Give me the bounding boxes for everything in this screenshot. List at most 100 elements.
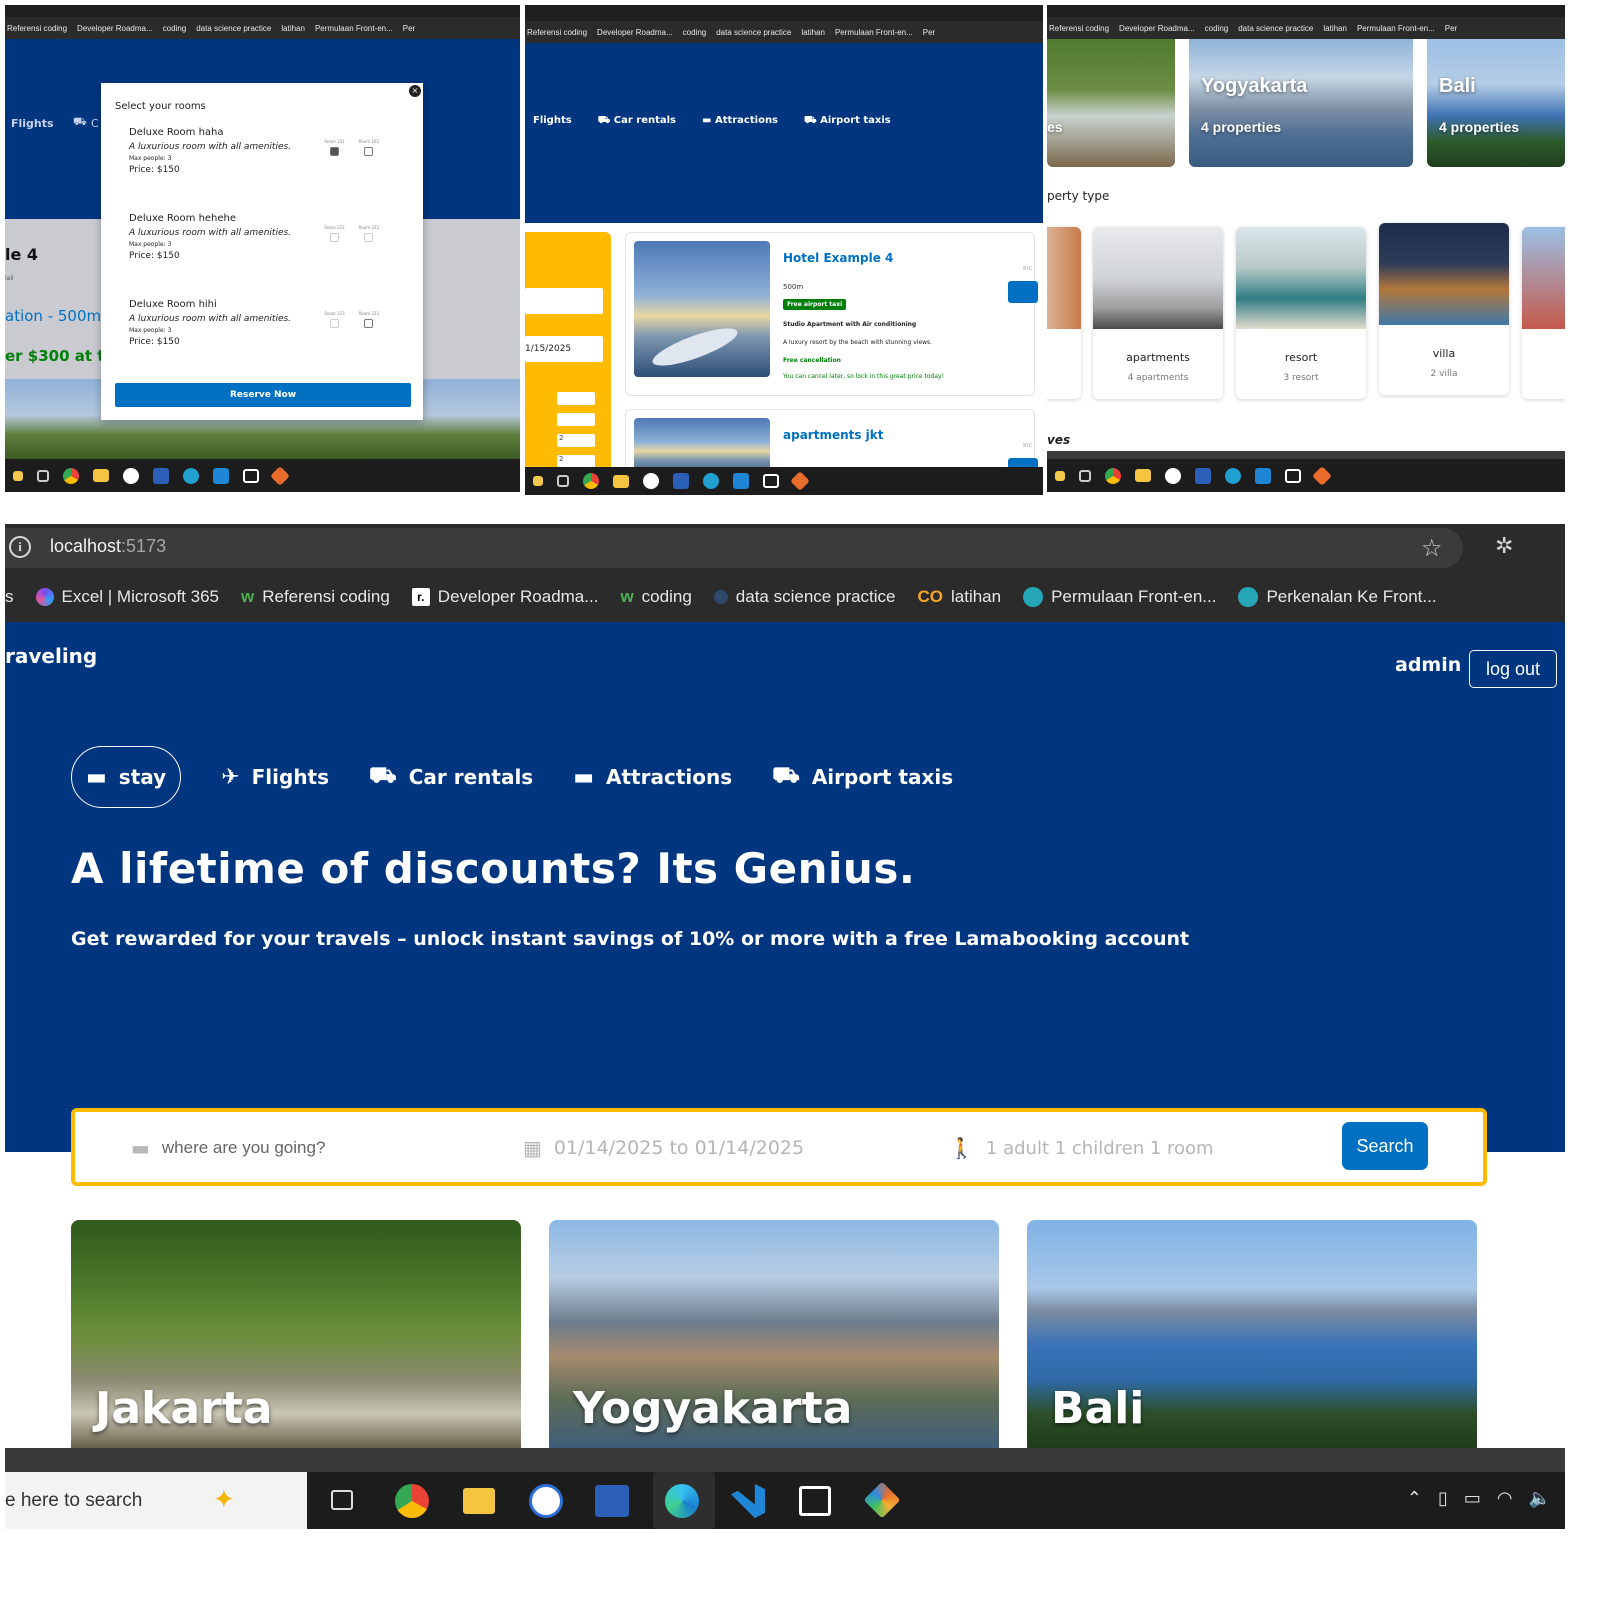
- horizontal-scrollbar[interactable]: [5, 1448, 1565, 1472]
- app-store-icon[interactable]: [643, 473, 659, 489]
- app-store-icon[interactable]: [123, 467, 139, 484]
- tab-stay[interactable]: ▬ stay: [71, 746, 182, 808]
- edge-icon[interactable]: [1225, 467, 1241, 484]
- room-checkbox[interactable]: [330, 233, 340, 242]
- photos-icon[interactable]: [799, 1486, 831, 1516]
- chrome-icon[interactable]: [1105, 467, 1121, 484]
- date-range-field[interactable]: ▦ 01/14/2025 to 01/14/2025: [523, 1136, 804, 1160]
- bookmark-item[interactable]: Developer Roadma...: [597, 28, 673, 37]
- destination-card-bali[interactable]: Bali: [1027, 1220, 1477, 1448]
- bookmark-item[interactable]: latihan: [1323, 24, 1347, 33]
- bookmark-excel[interactable]: Excel | Microsoft 365: [35, 587, 219, 607]
- chevron-up-icon[interactable]: ⌃: [1407, 1488, 1422, 1509]
- room-checkbox[interactable]: [330, 319, 340, 328]
- git-icon[interactable]: [270, 465, 290, 486]
- task-view-icon[interactable]: [1079, 469, 1091, 482]
- bookmark-item[interactable]: data science practice: [1238, 24, 1313, 33]
- tab-flights[interactable]: ✈ Flights: [221, 746, 329, 808]
- bookmark-item[interactable]: Referensi coding: [527, 28, 587, 37]
- app-store-icon[interactable]: [529, 1484, 563, 1518]
- taskbar-search[interactable]: e here to search ✦: [5, 1472, 307, 1529]
- device-icon[interactable]: ▭: [1464, 1488, 1481, 1509]
- sparkle-icon[interactable]: [13, 470, 23, 481]
- edge-icon[interactable]: [703, 473, 719, 489]
- min-price-input[interactable]: [557, 392, 595, 405]
- chrome-icon[interactable]: [583, 473, 599, 489]
- tab-airport-taxis[interactable]: ⛟ Airport taxis: [772, 746, 953, 808]
- sparkle-icon[interactable]: [1055, 470, 1065, 481]
- url-text[interactable]: localhost:5173: [50, 536, 166, 557]
- adult-input[interactable]: 2: [557, 434, 595, 447]
- property-type-card[interactable]: villa 2 villa: [1379, 223, 1509, 395]
- property-type-card[interactable]: apartments 4 apartments: [1093, 227, 1223, 399]
- sparkle-icon[interactable]: [533, 476, 543, 486]
- bookmark-item[interactable]: Permulaan Front-en...: [1357, 24, 1435, 33]
- horizontal-scrollbar[interactable]: [1047, 451, 1565, 459]
- edge-icon[interactable]: [183, 467, 199, 484]
- url-field[interactable]: [5, 528, 1463, 568]
- vscode-icon[interactable]: [733, 473, 749, 489]
- task-view-icon[interactable]: [331, 1490, 353, 1510]
- word-icon[interactable]: [595, 1485, 629, 1517]
- bookmark-item[interactable]: Developer Roadma...: [77, 24, 153, 33]
- bookmark-latihan[interactable]: CO latihan: [917, 587, 1001, 607]
- bookmark-item[interactable]: data science practice: [716, 28, 791, 37]
- bookmark-item[interactable]: latihan: [281, 24, 305, 33]
- guests-field[interactable]: 🚶 1 adult 1 children 1 room: [949, 1136, 1214, 1160]
- bookmark-item[interactable]: Referensi coding: [7, 24, 67, 33]
- tab-attractions[interactable]: ▬ Attractions: [702, 115, 778, 128]
- room-checkbox[interactable]: [364, 233, 374, 242]
- property-type-card[interactable]: resort 3 resort: [1236, 227, 1366, 399]
- tab-airport-taxis[interactable]: ⛟ Airport taxis: [804, 115, 891, 128]
- chrome-icon[interactable]: [395, 1484, 429, 1518]
- search-button[interactable]: Search: [1342, 1122, 1428, 1170]
- bookmark-item[interactable]: data science practice: [196, 24, 271, 33]
- close-icon[interactable]: ×: [409, 85, 421, 97]
- room-checkbox[interactable]: [364, 319, 374, 328]
- git-icon[interactable]: [790, 471, 810, 491]
- search-result-card[interactable]: Hotel Example 4 500m Free airport taxi S…: [625, 232, 1038, 396]
- date-input[interactable]: 1/15/2025: [525, 336, 603, 362]
- destination-card-jakarta[interactable]: es: [1047, 39, 1175, 167]
- tab-car-rentals[interactable]: ⛟ Car rentals: [598, 115, 676, 128]
- task-view-icon[interactable]: [37, 469, 49, 482]
- bookmark-roadmap[interactable]: r. Developer Roadma...: [411, 587, 598, 607]
- tab-attractions[interactable]: ▬ Attractions: [573, 746, 732, 808]
- destination-input[interactable]: [525, 288, 603, 314]
- site-logo[interactable]: raveling: [5, 644, 97, 668]
- max-price-input[interactable]: [557, 413, 595, 426]
- nav-flights[interactable]: Flights: [11, 117, 54, 130]
- vscode-icon[interactable]: [1255, 467, 1271, 484]
- file-explorer-icon[interactable]: [1135, 469, 1151, 482]
- nav-car-rentals[interactable]: C: [91, 117, 99, 130]
- git-icon[interactable]: [1312, 465, 1332, 486]
- bookmark-item[interactable]: coding: [1205, 24, 1229, 33]
- app-store-icon[interactable]: [1165, 467, 1181, 484]
- info-icon[interactable]: i: [9, 536, 31, 558]
- destination-card-yogyakarta[interactable]: Yogyakarta: [549, 1220, 999, 1448]
- bookmark-item[interactable]: s: [5, 587, 14, 607]
- file-explorer-icon[interactable]: [93, 469, 109, 482]
- vscode-icon[interactable]: [731, 1484, 765, 1518]
- bookmark-item[interactable]: Referensi coding: [1049, 24, 1109, 33]
- destination-card-yogyakarta[interactable]: Yogyakarta 4 properties: [1189, 39, 1413, 167]
- hotel-name[interactable]: Hotel Example 4: [783, 251, 893, 265]
- bookmark-item[interactable]: Permulaan Front-en...: [835, 28, 913, 37]
- photos-icon[interactable]: [763, 474, 779, 488]
- bookmark-item[interactable]: Developer Roadma...: [1119, 24, 1195, 33]
- volume-icon[interactable]: 🔈: [1529, 1488, 1551, 1509]
- bookmark-item[interactable]: Permulaan Front-en...: [315, 24, 393, 33]
- see-availability-button[interactable]: [1008, 281, 1038, 303]
- property-type-card[interactable]: [1522, 227, 1565, 399]
- property-type-card[interactable]: [1047, 227, 1081, 399]
- photos-icon[interactable]: [1285, 468, 1301, 483]
- logout-button[interactable]: log out: [1469, 650, 1557, 688]
- bookmark-item[interactable]: latihan: [801, 28, 825, 37]
- bookmark-permulaan[interactable]: Permulaan Front-en...: [1023, 587, 1216, 607]
- file-explorer-icon[interactable]: [463, 1488, 495, 1514]
- bookmark-star-icon[interactable]: ☆: [1421, 534, 1443, 562]
- destination-card-jakarta[interactable]: Jakarta: [71, 1220, 521, 1448]
- word-icon[interactable]: [673, 473, 689, 489]
- bookmark-item[interactable]: coding: [683, 28, 707, 37]
- task-view-icon[interactable]: [557, 475, 569, 487]
